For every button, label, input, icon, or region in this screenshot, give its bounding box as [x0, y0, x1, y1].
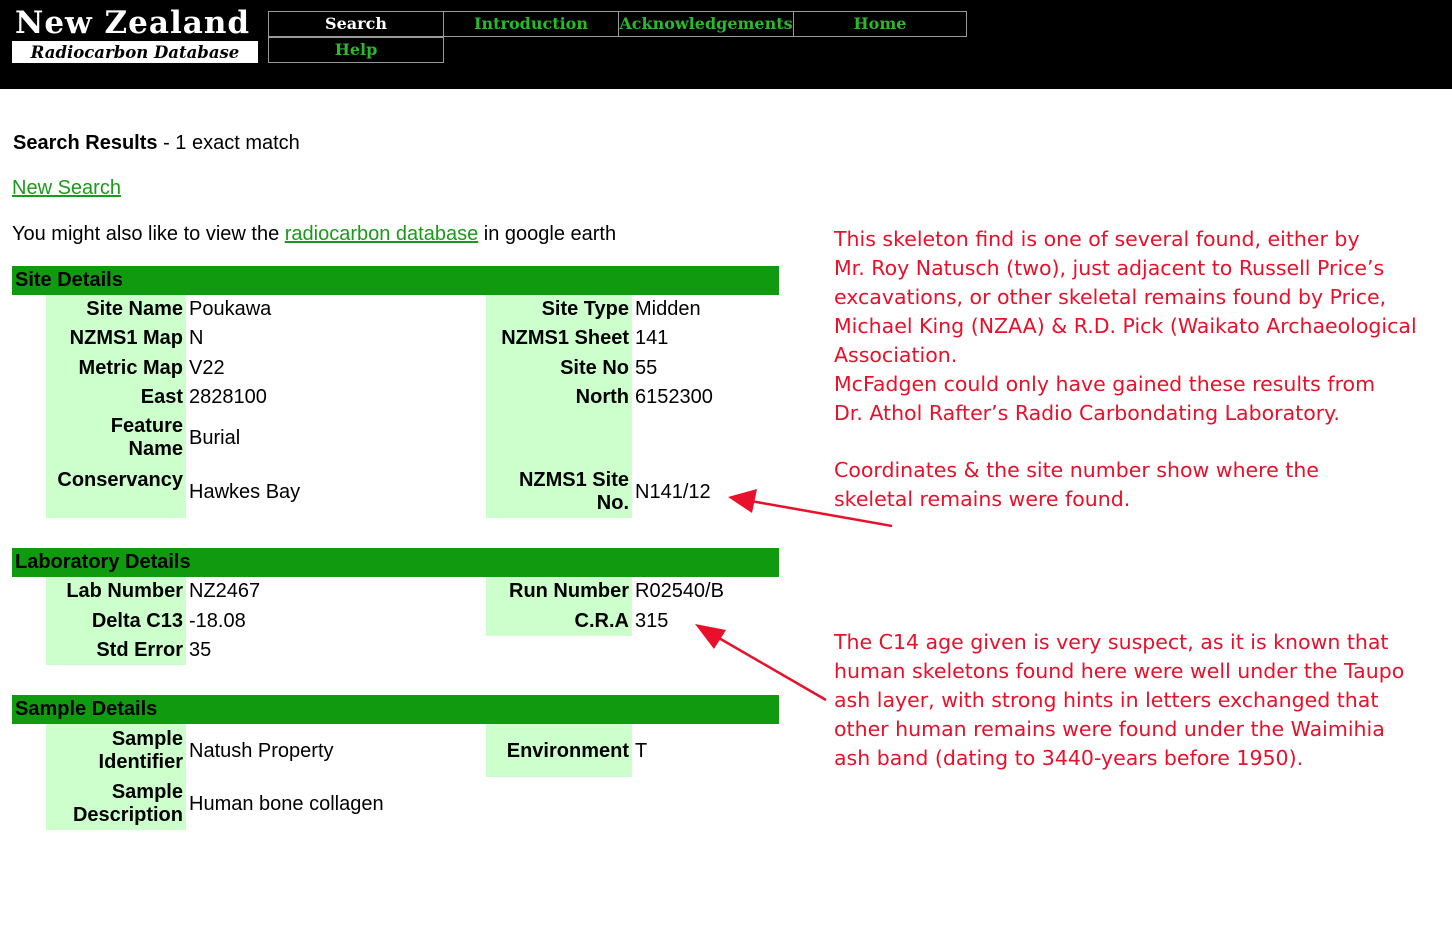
arrow-to-site-no — [744, 498, 893, 528]
arrow-to-cra — [711, 632, 827, 702]
arrow-head-site-no — [728, 489, 757, 513]
arrow-head-cra — [695, 624, 726, 649]
annotation-arrows — [695, 489, 893, 702]
